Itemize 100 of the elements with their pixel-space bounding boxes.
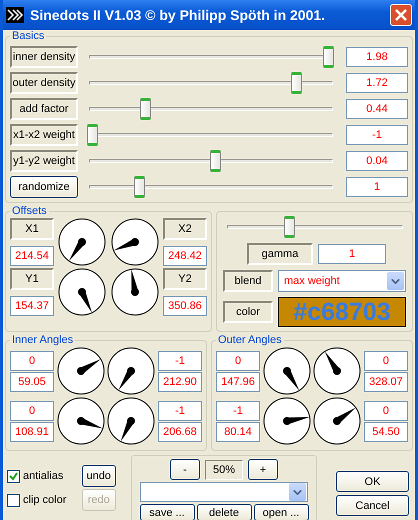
undo-button[interactable]: undo xyxy=(82,465,116,487)
value-field[interactable]: 248.42 xyxy=(162,246,207,266)
value-field[interactable]: 214.54 xyxy=(10,246,54,266)
value-field[interactable]: 147.96 xyxy=(216,372,260,392)
dial-needle xyxy=(118,367,136,390)
parameter-label: x1-x2 weight xyxy=(10,124,78,146)
value-field[interactable]: -1 xyxy=(158,350,202,370)
blend-dropdown[interactable]: max weight xyxy=(278,270,406,292)
angle-dial[interactable] xyxy=(262,347,311,395)
parameter-label: add factor xyxy=(10,98,78,120)
parameter-label: inner density xyxy=(10,46,78,68)
slider-thumb[interactable] xyxy=(322,46,334,68)
preset-button[interactable]: save ... xyxy=(140,504,194,520)
zoom-in-button[interactable]: + xyxy=(248,459,278,480)
value-field[interactable]: 0 xyxy=(10,350,54,370)
dial-needle xyxy=(76,417,102,428)
slider-track[interactable] xyxy=(87,124,335,146)
offset-label: Y2 xyxy=(162,268,207,290)
option-checkbox[interactable]: antialias xyxy=(7,465,74,487)
value-field[interactable]: -1 xyxy=(216,400,260,420)
dial-needle xyxy=(130,269,139,296)
group-title: Outer Angles xyxy=(217,334,283,346)
slider-thumb[interactable] xyxy=(140,98,152,120)
zoom-out-button[interactable]: - xyxy=(170,459,200,480)
value-field[interactable]: 328.07 xyxy=(364,372,408,392)
value-field[interactable]: 1.98 xyxy=(346,47,408,67)
slider-track[interactable] xyxy=(87,72,335,94)
close-icon xyxy=(395,9,407,21)
offset-label: Y1 xyxy=(10,268,54,290)
value-field[interactable]: 0.04 xyxy=(346,151,408,171)
value-field[interactable]: 206.68 xyxy=(158,422,202,442)
gamma-label: gamma xyxy=(247,243,313,265)
angle-dial[interactable] xyxy=(56,347,105,395)
dial-needle xyxy=(282,367,299,390)
dial-needle xyxy=(120,417,136,442)
angle-dial[interactable] xyxy=(107,347,156,395)
blend-label: blend xyxy=(223,270,273,292)
angle-dial[interactable] xyxy=(313,347,362,395)
window-title: Sinedots II V1.03 © by Philipp Spöth in 2001. xyxy=(30,7,326,23)
cancel-button[interactable]: Cancel xyxy=(336,495,409,516)
group-title: Inner Angles xyxy=(11,334,74,346)
dial-needle xyxy=(282,417,310,425)
slider-thumb[interactable] xyxy=(134,176,146,198)
gamma-field[interactable]: 1 xyxy=(318,244,386,264)
slider-thumb[interactable] xyxy=(87,124,98,146)
close-button[interactable] xyxy=(390,4,412,26)
value-field[interactable]: 80.14 xyxy=(216,422,260,442)
slider-track[interactable] xyxy=(87,98,335,120)
angle-dial[interactable] xyxy=(58,268,106,316)
group-title: Offsets xyxy=(11,205,48,217)
angle-dial[interactable] xyxy=(262,397,311,445)
slider-track[interactable] xyxy=(87,176,335,198)
value-field[interactable]: 0.44 xyxy=(346,99,408,119)
offset-label: X1 xyxy=(10,218,54,240)
parameter-label: y1-y2 weight xyxy=(10,150,78,172)
value-field[interactable]: 0 xyxy=(364,350,408,370)
slider-track[interactable] xyxy=(87,150,335,172)
angle-dial[interactable] xyxy=(313,397,362,445)
preset-dropdown[interactable] xyxy=(140,482,308,502)
parameter-label: outer density xyxy=(10,72,78,94)
dial-needle xyxy=(69,238,86,261)
checkbox[interactable] xyxy=(7,494,20,506)
check-icon xyxy=(9,472,18,480)
value-field[interactable]: 154.37 xyxy=(10,296,54,316)
value-field[interactable]: 0 xyxy=(364,400,408,420)
value-field[interactable]: 54.50 xyxy=(364,422,408,442)
dial-needle xyxy=(76,359,100,375)
slider-track[interactable] xyxy=(87,46,335,68)
dial-needle xyxy=(78,288,92,313)
value-field[interactable]: 350.86 xyxy=(162,296,207,316)
angle-dial[interactable] xyxy=(110,218,159,266)
slider-thumb[interactable] xyxy=(210,150,222,172)
value-field[interactable]: -1 xyxy=(346,125,408,145)
value-field[interactable]: 59.05 xyxy=(10,372,54,392)
dial-needle xyxy=(333,408,356,425)
value-field[interactable]: 0 xyxy=(216,350,260,370)
value-field[interactable]: 1.72 xyxy=(346,73,408,93)
chevron-down-icon xyxy=(387,272,404,290)
option-checkbox[interactable]: clip color xyxy=(7,489,74,511)
zoom-value: 50% xyxy=(205,460,243,480)
angle-dial[interactable] xyxy=(110,268,159,316)
randomize-button[interactable]: randomize xyxy=(10,176,78,198)
checkbox[interactable] xyxy=(7,470,20,482)
preset-button[interactable]: delete xyxy=(196,504,252,520)
slider-track[interactable] xyxy=(224,216,404,238)
ok-button[interactable]: OK xyxy=(336,471,409,492)
app-icon xyxy=(6,7,24,23)
value-field[interactable]: 0 xyxy=(10,400,54,420)
value-field[interactable]: 108.91 xyxy=(10,422,54,442)
angle-dial[interactable] xyxy=(56,397,105,445)
value-field[interactable]: -1 xyxy=(158,400,202,420)
slider-thumb[interactable] xyxy=(290,72,302,94)
offset-label: X2 xyxy=(162,218,207,240)
color-label: color xyxy=(223,301,273,323)
value-field[interactable]: 1 xyxy=(346,177,408,197)
angle-dial[interactable] xyxy=(107,397,156,445)
slider-thumb[interactable] xyxy=(284,216,295,238)
value-field[interactable]: 212.90 xyxy=(158,372,202,392)
angle-dial[interactable] xyxy=(58,218,106,266)
preset-button[interactable]: open ... xyxy=(254,504,308,520)
